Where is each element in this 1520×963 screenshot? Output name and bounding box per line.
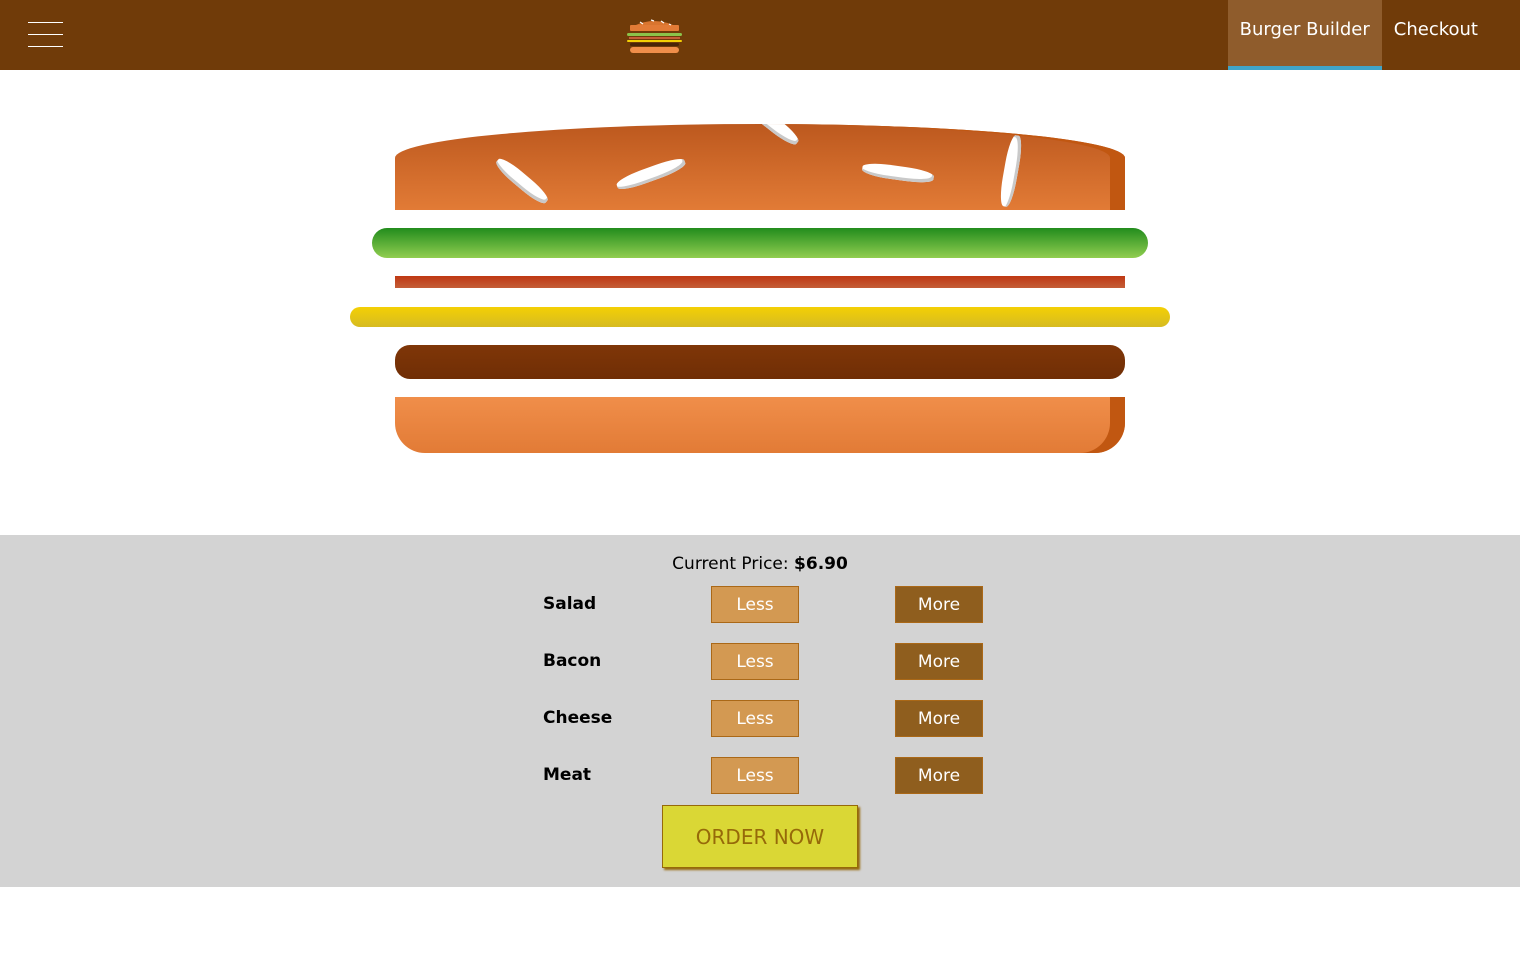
salad-layer [372,228,1148,258]
nav-checkout[interactable]: Checkout [1382,0,1490,70]
more-salad-button[interactable]: More [895,586,983,623]
more-bacon-button[interactable]: More [895,643,983,680]
price-label: Current Price: [672,554,789,574]
bread-bottom [395,397,1125,453]
burger-logo-icon [626,16,683,54]
menu-line [28,22,63,23]
seed [997,134,1025,208]
more-meat-button[interactable]: More [895,757,983,794]
bacon-layer [395,276,1125,288]
build-controls: Current Price: $6.90 Salad Less More Bac… [0,535,1520,887]
cheese-layer [350,307,1170,327]
control-row-bacon: Bacon Less More [543,643,983,680]
order-now-button[interactable]: ORDER NOW [662,805,858,868]
meat-layer [395,345,1125,379]
hamburger-menu-icon[interactable] [28,20,64,50]
toolbar: Burger Builder Checkout [0,0,1520,70]
less-meat-button[interactable]: Less [711,757,799,794]
control-label: Meat [543,765,592,785]
seed [742,124,802,149]
control-row-meat: Meat Less More [543,757,983,794]
control-label: Salad [543,594,597,614]
seed [861,161,935,185]
control-label: Cheese [543,708,613,728]
seed [614,155,688,193]
menu-line [28,46,63,47]
less-bacon-button[interactable]: Less [711,643,799,680]
less-salad-button[interactable]: Less [711,586,799,623]
control-row-salad: Salad Less More [543,586,983,623]
control-row-cheese: Cheese Less More [543,700,983,737]
seed [492,155,552,207]
control-label: Bacon [543,651,602,671]
price-value: $6.90 [794,554,848,574]
less-cheese-button[interactable]: Less [711,700,799,737]
menu-line [28,34,63,35]
main-nav: Burger Builder Checkout [1227,0,1490,70]
current-price: Current Price: $6.90 [0,554,1520,574]
burger-preview [0,70,1520,535]
bread-top [395,124,1125,210]
nav-burger-builder[interactable]: Burger Builder [1227,0,1382,70]
more-cheese-button[interactable]: More [895,700,983,737]
